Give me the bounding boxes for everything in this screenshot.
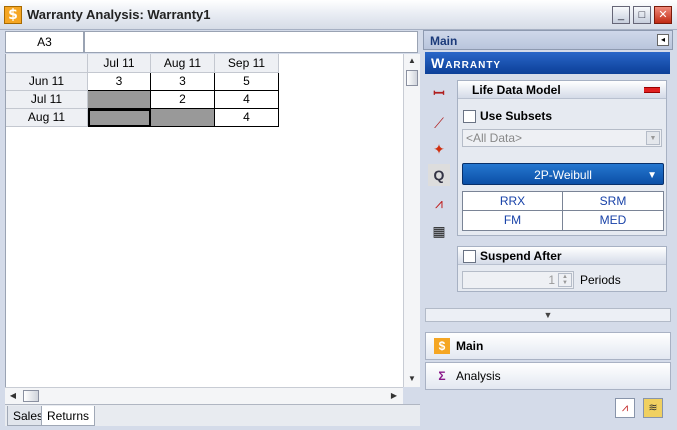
nav-main-button[interactable]: $ Main: [425, 332, 671, 360]
expand-panel-arrow[interactable]: ▼: [425, 308, 671, 322]
method-med[interactable]: MED: [563, 211, 663, 230]
grid-cell[interactable]: [88, 91, 151, 109]
grid-cell[interactable]: [151, 109, 215, 127]
spreadsheet-grid[interactable]: Jul 11 Aug 11 Sep 11 Jun 11 3 3 5 Jul 11…: [5, 54, 403, 387]
stepper-arrows-icon[interactable]: ▲ ▼: [558, 273, 572, 287]
column-header[interactable]: Sep 11: [215, 54, 279, 73]
grid-cell[interactable]: 3: [88, 73, 151, 91]
horizontal-scrollbar[interactable]: ◀ ▶: [5, 387, 403, 404]
sheet-tab-bar: Sales Returns: [5, 404, 420, 426]
subset-select-value: <All Data>: [466, 131, 523, 145]
distribution-select[interactable]: 2P-Weibull ▼: [462, 163, 664, 185]
grid-arrows-icon[interactable]: ▦: [428, 220, 450, 242]
qcp-icon[interactable]: Q: [428, 164, 450, 186]
data-types-icon[interactable]: ꟷ: [428, 82, 450, 104]
chevron-down-icon[interactable]: ▼: [646, 131, 660, 145]
maximize-button[interactable]: □: [633, 6, 651, 24]
sigma-icon: Σ: [438, 369, 446, 383]
periods-stepper[interactable]: 1 ▲ ▼: [462, 271, 574, 289]
collapse-icon[interactable]: [644, 87, 660, 93]
tab-returns[interactable]: Returns: [41, 406, 96, 426]
warranty-banner: Warranty: [425, 52, 670, 74]
grid-cell[interactable]: 4: [215, 91, 279, 109]
grid-cell[interactable]: 5: [215, 73, 279, 91]
scroll-up-icon[interactable]: ▲: [405, 56, 419, 65]
scroll-right-icon[interactable]: ▶: [387, 391, 401, 400]
wizard-icon[interactable]: ✦: [428, 138, 450, 160]
grid-cell[interactable]: 2: [151, 91, 215, 109]
chart-icon[interactable]: ⩘: [428, 192, 450, 214]
subset-select[interactable]: <All Data> ▼: [462, 129, 662, 147]
row-header[interactable]: Jun 11: [6, 73, 88, 91]
grid-cell[interactable]: 3: [151, 73, 215, 91]
chevron-down-icon: ▼: [647, 170, 657, 181]
panel-header-title: Main: [430, 34, 458, 48]
row-header[interactable]: Jul 11: [6, 91, 88, 109]
title-bar: $ Warranty Analysis: Warranty1 _ □ ✕: [0, 0, 677, 30]
nav-analysis-button[interactable]: Σ Analysis: [425, 362, 671, 390]
periods-value: 1: [548, 273, 555, 287]
control-panel: Main ◂ Warranty ꟷ ⟋ ✦ Q ⩘ ▦ Life Data Mo…: [423, 30, 673, 426]
nav-analysis-label: Analysis: [456, 369, 501, 383]
grid-corner[interactable]: [6, 54, 88, 73]
warranty-app-icon: $: [4, 6, 22, 24]
grid-cell[interactable]: 4: [215, 109, 279, 127]
window-title: Warranty Analysis: Warranty1: [27, 7, 211, 22]
selected-cell[interactable]: [88, 109, 151, 127]
use-subsets-checkbox[interactable]: [463, 110, 476, 123]
close-button[interactable]: ✕: [654, 6, 672, 24]
scroll-left-icon[interactable]: ◀: [6, 391, 20, 400]
pin-icon[interactable]: ◂: [657, 34, 669, 46]
minimize-button[interactable]: _: [612, 6, 630, 24]
distribution-value: 2P-Weibull: [534, 168, 592, 182]
vertical-scroll-thumb[interactable]: [406, 70, 418, 86]
panel-bottom-toolbar: ⩘ ≋: [425, 392, 671, 424]
plot-icon[interactable]: ⩘: [615, 398, 635, 418]
method-srm[interactable]: SRM: [563, 192, 663, 211]
row-header[interactable]: Aug 11: [6, 109, 88, 127]
nav-main-label: Main: [456, 339, 484, 353]
life-data-model-title: Life Data Model: [458, 81, 666, 99]
suspend-after-header: Suspend After: [458, 247, 666, 265]
suspend-after-label: Suspend After: [480, 249, 562, 263]
report-icon[interactable]: ≋: [643, 398, 663, 418]
suspend-after-checkbox[interactable]: [463, 250, 476, 263]
column-header[interactable]: Aug 11: [151, 54, 215, 73]
dollar-icon: $: [434, 338, 450, 354]
column-header[interactable]: Jul 11: [88, 54, 151, 73]
suspend-after-section: Suspend After 1 ▲ ▼ Periods: [457, 246, 667, 292]
scroll-down-icon[interactable]: ▼: [405, 374, 419, 383]
formula-input[interactable]: [84, 31, 418, 53]
periods-label: Periods: [580, 273, 621, 287]
horizontal-scroll-thumb[interactable]: [23, 390, 39, 402]
plot-line-icon[interactable]: ⟋: [428, 112, 450, 134]
analysis-method-grid: RRX SRM FM MED: [462, 191, 664, 231]
method-fm[interactable]: FM: [463, 211, 563, 230]
cell-reference-box[interactable]: A3: [5, 31, 84, 53]
use-subsets-label: Use Subsets: [480, 109, 553, 123]
life-data-model-section: Life Data Model Use Subsets <All Data> ▼…: [457, 80, 667, 236]
vertical-scrollbar[interactable]: ▲ ▼: [403, 54, 420, 387]
panel-header: Main ◂: [423, 30, 673, 50]
method-rrx[interactable]: RRX: [463, 192, 563, 211]
